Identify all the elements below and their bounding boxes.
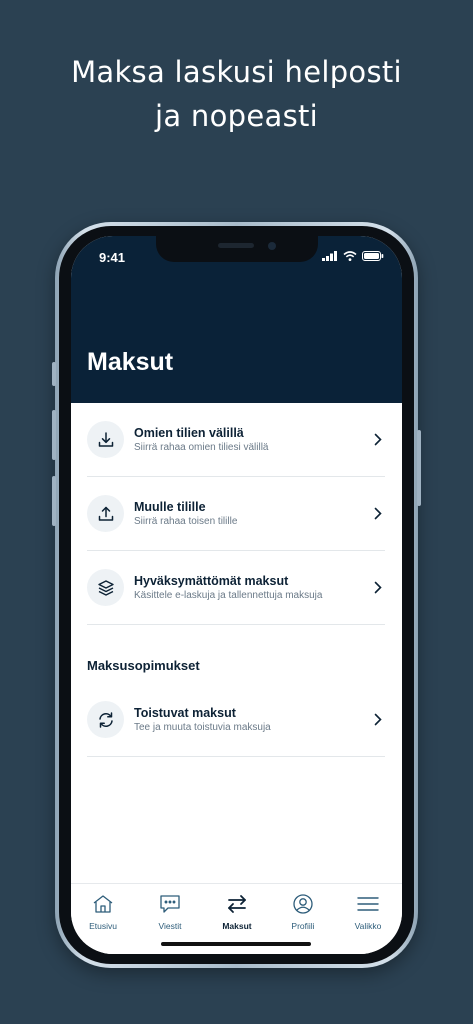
tab-viestit[interactable]: Viestit [140, 894, 200, 931]
list-item-text: Omien tilien välillä Siirrä rahaa omien … [134, 425, 371, 454]
promo-line-1: Maksa laskusi helposti [71, 55, 402, 89]
transfer-arrows-icon [228, 895, 246, 913]
notch [156, 236, 318, 262]
tab-label: Maksut [222, 921, 252, 931]
phone-side-button [52, 410, 56, 460]
tab-etusivu[interactable]: Etusivu [73, 894, 133, 931]
tab-label: Etusivu [89, 921, 117, 931]
chevron-right-icon [371, 713, 385, 726]
refresh-icon [87, 701, 124, 738]
tab-label: Viestit [158, 921, 182, 931]
phone-side-button [52, 362, 56, 386]
list-item-subtitle: Käsittele e-laskuja ja tallennettuja mak… [134, 590, 323, 601]
list-item-title: Omien tilien välillä [134, 426, 244, 440]
home-indicator [161, 942, 311, 946]
list-item-text: Muulle tilille Siirrä rahaa toisen tilil… [134, 499, 371, 528]
tab-valikko[interactable]: Valikko [338, 894, 398, 931]
download-icon [87, 421, 124, 458]
message-icon [160, 895, 180, 913]
tab-label: Profiili [291, 921, 315, 931]
home-icon [93, 895, 113, 913]
list-item-subtitle: Siirrä rahaa toisen tilille [134, 516, 238, 527]
wifi-icon [343, 251, 357, 261]
page-title: Maksut [87, 348, 174, 376]
section-title-agreements: Maksusopimukset [87, 658, 200, 673]
list-item-title: Hyväksymättömät maksut [134, 574, 289, 588]
layers-icon [87, 569, 124, 606]
tab-maksut[interactable]: Maksut [207, 894, 267, 931]
status-icons [322, 251, 384, 261]
list-item-own-accounts[interactable]: Omien tilien välillä Siirrä rahaa omien … [87, 403, 385, 477]
profile-icon [293, 894, 313, 914]
header-area: 9:41 Maksut [71, 236, 402, 403]
list-item-other-account[interactable]: Muulle tilille Siirrä rahaa toisen tilil… [87, 477, 385, 551]
app-screen: 9:41 Maksut Omien tilien välillä Siirrä … [71, 236, 402, 954]
chevron-right-icon [371, 507, 385, 520]
phone-side-button [52, 476, 56, 526]
list-item-text: Toistuvat maksut Tee ja muuta toistuvia … [134, 705, 371, 734]
status-time: 9:41 [99, 250, 126, 265]
chevron-right-icon [371, 433, 385, 446]
chevron-right-icon [371, 581, 385, 594]
menu-icon [357, 897, 379, 911]
tab-profiili[interactable]: Profiili [273, 894, 333, 931]
payments-list: Omien tilien välillä Siirrä rahaa omien … [87, 403, 385, 757]
list-item-subtitle: Tee ja muuta toistuvia maksuja [134, 722, 271, 733]
tab-label: Valikko [354, 921, 382, 931]
promo-headline: Maksa laskusi helposti ja nopeasti [0, 50, 473, 138]
front-camera [268, 242, 276, 250]
upload-icon [87, 495, 124, 532]
battery-icon [362, 251, 384, 261]
signal-icon [322, 251, 337, 261]
list-item-text: Hyväksymättömät maksut Käsittele e-lasku… [134, 573, 371, 602]
list-item-subtitle: Siirrä rahaa omien tiliesi välillä [134, 442, 269, 453]
list-item-unapproved-payments[interactable]: Hyväksymättömät maksut Käsittele e-lasku… [87, 551, 385, 625]
speaker-grille [218, 243, 254, 248]
phone-side-button [417, 430, 421, 506]
list-item-recurring-payments[interactable]: Toistuvat maksut Tee ja muuta toistuvia … [87, 683, 385, 757]
list-item-title: Toistuvat maksut [134, 706, 236, 720]
phone-frame: 9:41 Maksut Omien tilien välillä Siirrä … [52, 222, 421, 968]
list-item-title: Muulle tilille [134, 500, 206, 514]
promo-line-2: ja nopeasti [154, 99, 319, 133]
